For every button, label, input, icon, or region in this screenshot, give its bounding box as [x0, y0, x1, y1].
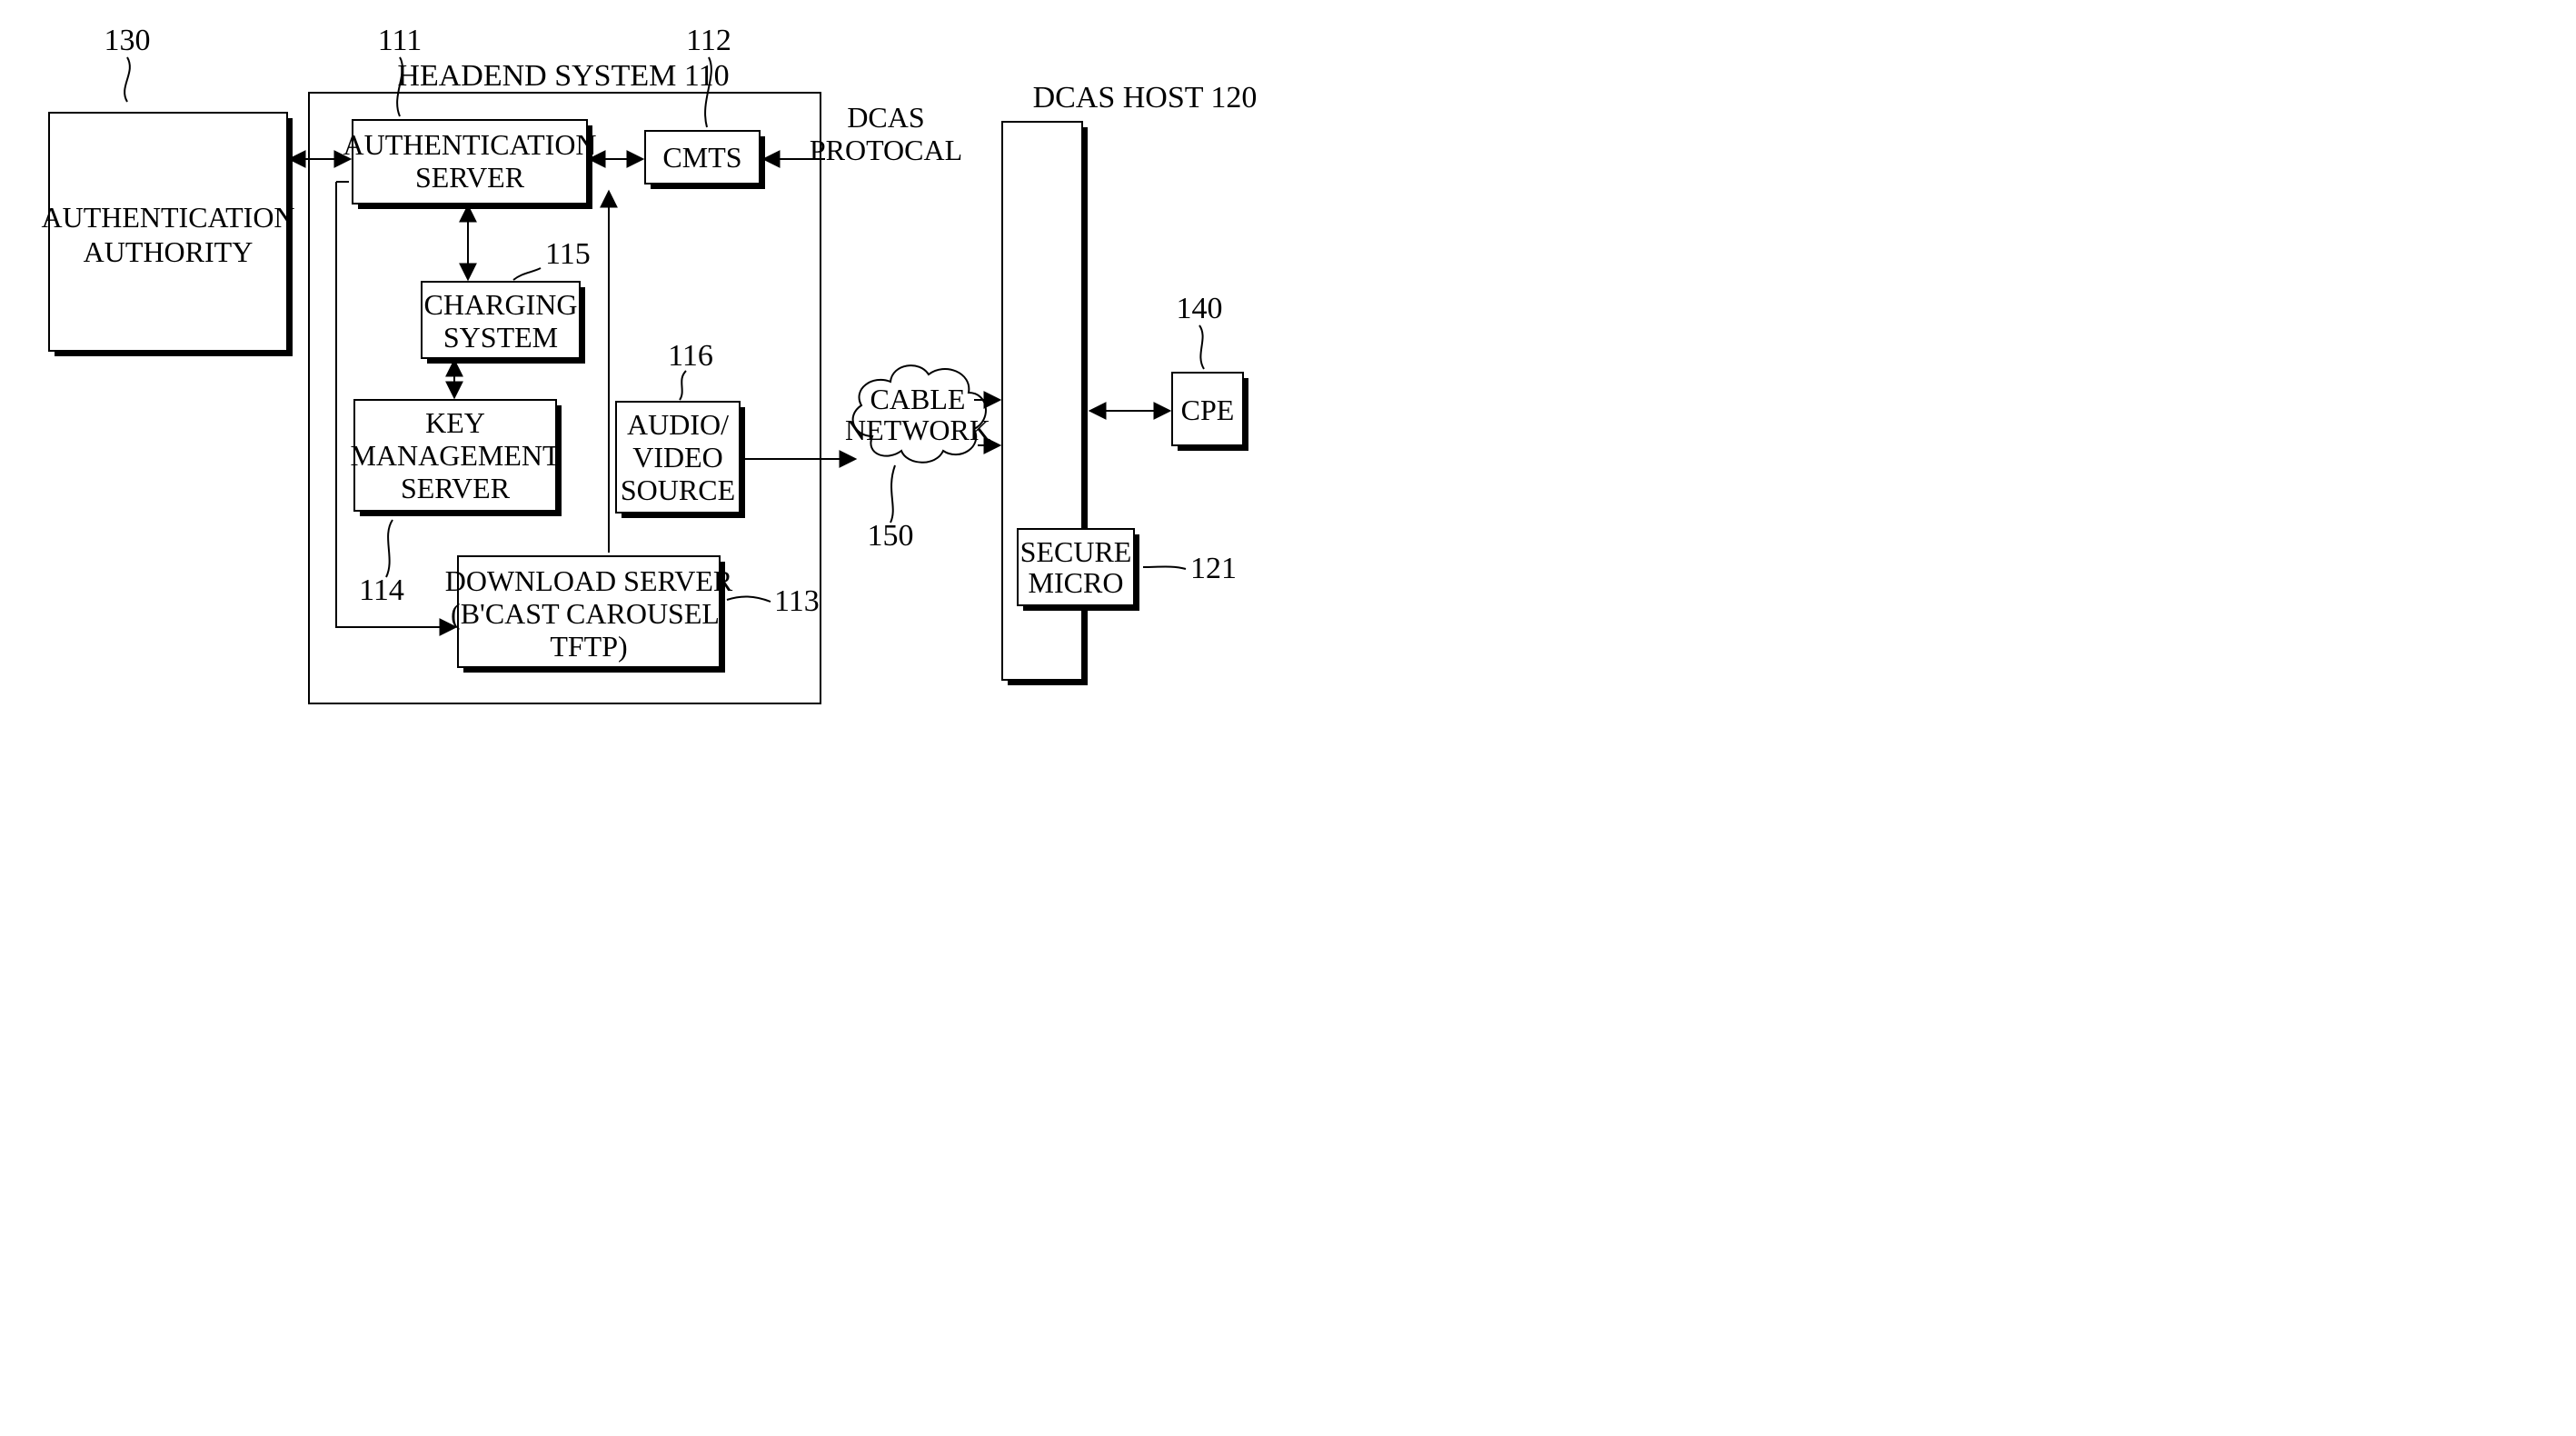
cpe-block: CPE [1172, 373, 1248, 451]
audio-video-source-block: AUDIO/ VIDEO SOURCE [616, 402, 745, 518]
ref-116: 116 [668, 339, 713, 373]
ref-130: 130 [104, 24, 151, 57]
key-management-server-block: KEY MANAGEMENT SERVER [350, 400, 562, 516]
headend-system-title: HEADEND SYSTEM 110 [397, 59, 729, 93]
cpe-label: CPE [1181, 394, 1235, 426]
cable-network-label-1: CABLE [870, 383, 966, 415]
leader-115 [513, 268, 541, 280]
charging-system-label-1: CHARGING [424, 288, 578, 321]
authentication-authority-label-1: AUTHENTICATION [41, 201, 294, 234]
ref-121: 121 [1190, 552, 1237, 585]
cable-network-cloud: CABLE NETWORK [845, 365, 990, 463]
ref-112: 112 [686, 24, 731, 57]
dcas-protocol-label-2: PROTOCAL [810, 134, 962, 166]
charging-system-label-2: SYSTEM [443, 321, 558, 354]
leader-150 [890, 465, 895, 523]
dcas-host-title: DCAS HOST 120 [1033, 81, 1258, 115]
leader-121 [1143, 567, 1186, 570]
cmts-label: CMTS [662, 141, 741, 174]
ref-150: 150 [868, 519, 914, 553]
ref-115: 115 [545, 237, 591, 271]
secure-micro-label-1: SECURE [1020, 535, 1132, 568]
leader-140 [1199, 325, 1204, 369]
download-label-3: TFTP) [550, 630, 627, 663]
av-label-2: VIDEO [632, 441, 723, 474]
key-mgmt-label-3: SERVER [401, 472, 511, 504]
download-label-1: DOWNLOAD SERVER [445, 564, 733, 597]
secure-micro-block: SECURE MICRO [1018, 529, 1139, 611]
leader-114 [386, 520, 393, 577]
key-mgmt-label-2: MANAGEMENT [350, 439, 561, 472]
leader-130 [124, 57, 130, 102]
authentication-server-label-1: AUTHENTICATION [343, 128, 596, 161]
dcas-protocol-label-1: DCAS [847, 101, 924, 134]
download-label-2: (B'CAST CAROUSEL, [451, 597, 727, 630]
cmts-block: CMTS [645, 131, 765, 189]
authentication-server-block: AUTHENTICATION SERVER [343, 120, 596, 209]
ref-114: 114 [359, 573, 404, 607]
download-server-block: DOWNLOAD SERVER (B'CAST CAROUSEL, TFTP) [445, 556, 733, 673]
ref-113: 113 [774, 584, 820, 618]
av-label-1: AUDIO/ [627, 408, 729, 441]
authentication-authority-block: AUTHENTICATION AUTHORITY [41, 113, 294, 356]
ref-111: 111 [378, 24, 422, 57]
av-label-3: SOURCE [621, 474, 735, 506]
key-mgmt-label-1: KEY [425, 406, 485, 439]
ref-140: 140 [1177, 292, 1223, 325]
authentication-authority-label-2: AUTHORITY [84, 235, 254, 268]
authentication-server-label-2: SERVER [415, 161, 525, 194]
leader-113 [727, 596, 771, 602]
charging-system-block: CHARGING SYSTEM [422, 282, 585, 364]
cable-network-label-2: NETWORK [845, 414, 990, 446]
secure-micro-label-2: MICRO [1029, 566, 1124, 599]
leader-116 [680, 371, 686, 400]
